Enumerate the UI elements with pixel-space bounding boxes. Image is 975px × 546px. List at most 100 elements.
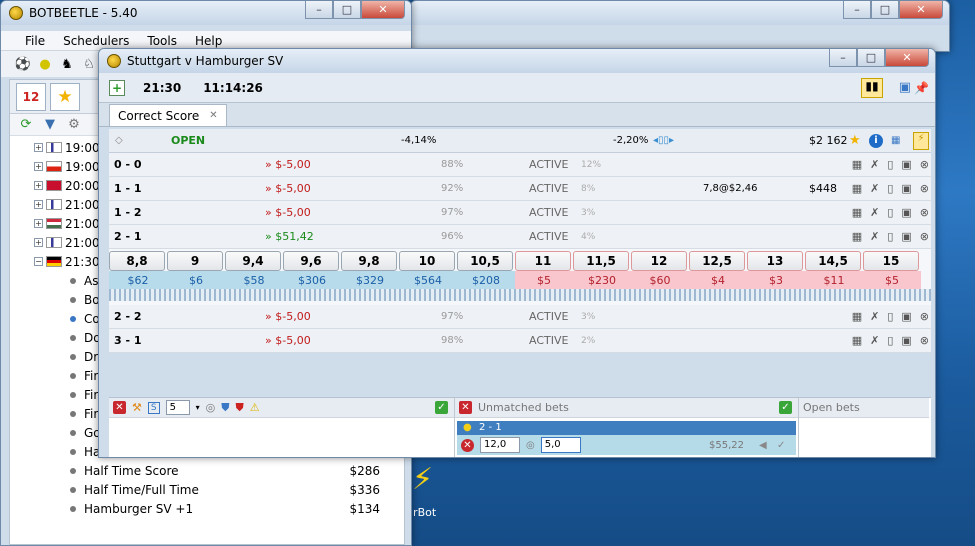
tools-icon[interactable]: ✗ [870, 230, 879, 243]
tools-icon[interactable]: ✗ [870, 334, 879, 347]
minimize-button[interactable]: – [305, 1, 333, 19]
lay-odds-cell[interactable]: 15 [863, 251, 919, 271]
graph-icon[interactable]: ▦ [852, 182, 862, 195]
tree-market-row[interactable]: Half Time/Full Time $336 [70, 480, 404, 499]
graph-icon[interactable]: ▦ [891, 135, 900, 146]
lay-odds-cell[interactable]: 13 [747, 251, 803, 271]
back-stake-cell[interactable]: $208 [457, 271, 515, 289]
price-scroll-bar[interactable] [109, 289, 931, 301]
graph-icon[interactable]: ▦ [852, 230, 862, 243]
expand-icon[interactable]: ▣ [901, 230, 911, 243]
tab-correct-score[interactable]: Correct Score ✕ [109, 104, 227, 126]
lay-odds-cell[interactable]: 12 [631, 251, 687, 271]
back-lay-arrows-icon[interactable]: ◂▯▯▸ [653, 135, 674, 146]
expand-icon[interactable]: ▣ [901, 206, 911, 219]
expand-icon[interactable]: + [34, 162, 43, 171]
selection-row[interactable]: 0 - 0 » $-5,00 88% ACTIVE 12% ▦ ✗ ▯ ▣ ⊗ [109, 153, 931, 177]
column-icon[interactable]: ▯ [887, 206, 893, 219]
tree-market-row[interactable]: Hamburger SV +1 $134 [70, 499, 404, 518]
back-odds-cell[interactable]: 10,5 [457, 251, 513, 271]
selection-row[interactable]: 2 - 2 » $-5,00 97% ACTIVE 3% ▦ ✗ ▯ ▣ ⊗ [109, 305, 931, 329]
lay-stake-cell[interactable]: $11 [805, 271, 863, 289]
close-tab-icon[interactable]: ✕ [209, 110, 217, 121]
column-icon[interactable]: ▯ [887, 182, 893, 195]
desktop-icon-bot[interactable]: ⚡ irBot [410, 462, 450, 522]
back-stake-cell[interactable]: $6 [167, 271, 225, 289]
greyhound-icon[interactable]: ♘ [81, 56, 97, 72]
tools-icon[interactable]: ✗ [870, 206, 879, 219]
selection-row-selected[interactable]: 2 - 1 » $51,42 96% ACTIVE 4% ▦ ✗ ▯ ▣ ⊗ [109, 225, 931, 249]
back-odds-cell[interactable]: 9 [167, 251, 223, 271]
tools-icon[interactable]: ✗ [870, 182, 879, 195]
star-icon[interactable]: ★ [849, 133, 861, 148]
maximize-button[interactable]: □ [857, 49, 885, 67]
cancel-all-icon[interactable]: ✕ [113, 401, 126, 414]
column-icon[interactable]: ▯ [887, 158, 893, 171]
expand-icon[interactable]: ▣ [901, 334, 911, 347]
lay-odds-cell[interactable]: 11 [515, 251, 571, 271]
odds-input[interactable]: 12,0 [480, 437, 520, 453]
back-stake-cell[interactable]: $62 [109, 271, 167, 289]
back-stake-cell[interactable]: $58 [225, 271, 283, 289]
close-row-icon[interactable]: ⊗ [920, 230, 929, 243]
column-icon[interactable]: ▯ [887, 230, 893, 243]
close-button[interactable]: ✕ [361, 1, 405, 19]
chevron-icon[interactable]: ◇ [115, 135, 123, 146]
dropdown-arrow-icon[interactable]: ▾ [196, 403, 200, 412]
close-button[interactable]: ✕ [899, 1, 943, 19]
minimize-button[interactable]: – [843, 1, 871, 19]
settings-circle-icon[interactable]: ◎ [206, 401, 216, 414]
hammer-icon[interactable]: ⚒ [132, 401, 142, 414]
back-arrow-icon[interactable]: ◀ [759, 440, 767, 451]
back-stake-cell[interactable]: $306 [283, 271, 341, 289]
expand-icon[interactable]: ▣ [901, 182, 911, 195]
lay-stake-cell[interactable]: $4 [689, 271, 747, 289]
soccer-icon[interactable]: ⚽ [15, 56, 31, 72]
graph-icon[interactable]: ▦ [852, 310, 862, 323]
tennis-icon[interactable]: ● [37, 56, 53, 72]
horse-racing-icon[interactable]: ♞ [59, 56, 75, 72]
lay-stake-cell[interactable]: $5 [863, 271, 921, 289]
warning-icon[interactable]: ⚠ [250, 401, 260, 414]
confirm-unmatched-icon[interactable]: ✓ [779, 401, 792, 414]
back-odds-cell[interactable]: 9,8 [341, 251, 397, 271]
menu-tools[interactable]: Tools [147, 34, 177, 48]
info-icon[interactable]: i [869, 133, 883, 148]
graph-icon[interactable]: ▦ [852, 334, 862, 347]
close-row-icon[interactable]: ⊗ [920, 182, 929, 195]
selection-row[interactable]: 1 - 1 » $-5,00 92% ACTIVE 8% 7,8@$2,46 $… [109, 177, 931, 201]
confirm-circle-icon[interactable]: ✓ [777, 440, 785, 451]
close-button[interactable]: ✕ [885, 49, 929, 67]
stake-spinner[interactable]: 5 [165, 400, 190, 415]
expand-icon[interactable]: ▣ [901, 310, 911, 323]
close-row-icon[interactable]: ⊗ [920, 334, 929, 347]
column-icon[interactable]: ▯ [887, 334, 893, 347]
menu-schedulers[interactable]: Schedulers [63, 34, 129, 48]
expand-icon[interactable]: + [34, 200, 43, 209]
confirm-icon[interactable]: ✓ [435, 401, 448, 414]
lay-odds-cell[interactable]: 14,5 [805, 251, 861, 271]
lay-odds-cell[interactable]: 11,5 [573, 251, 629, 271]
shield-blue-icon[interactable]: ⛊ [221, 401, 229, 415]
close-row-icon[interactable]: ⊗ [920, 158, 929, 171]
column-icon[interactable]: ▯ [887, 310, 893, 323]
lightning-icon[interactable]: ⚡ [913, 131, 929, 150]
back-odds-cell[interactable]: 9,6 [283, 251, 339, 271]
close-row-icon[interactable]: ⊗ [920, 310, 929, 323]
filter-icon[interactable]: ▼ [42, 117, 58, 133]
lay-odds-cell[interactable]: 12,5 [689, 251, 745, 271]
expand-icon[interactable]: + [34, 181, 43, 190]
cancel-bet-icon[interactable]: ✕ [461, 438, 474, 452]
menu-help[interactable]: Help [195, 34, 222, 48]
minimize-button[interactable]: – [829, 49, 857, 67]
pin-icon[interactable]: 📌 [914, 81, 929, 95]
add-market-icon[interactable]: + [109, 79, 125, 96]
s-icon[interactable]: S [147, 401, 160, 414]
tools-icon[interactable]: ✗ [870, 310, 879, 323]
favourites-star-icon[interactable]: ★ [50, 83, 80, 111]
lay-stake-cell[interactable]: $60 [631, 271, 689, 289]
expand-icon[interactable]: ▣ [901, 158, 911, 171]
maximize-button[interactable]: □ [333, 1, 361, 19]
back-odds-cell[interactable]: 9,4 [225, 251, 281, 271]
lay-stake-cell[interactable]: $5 [515, 271, 573, 289]
